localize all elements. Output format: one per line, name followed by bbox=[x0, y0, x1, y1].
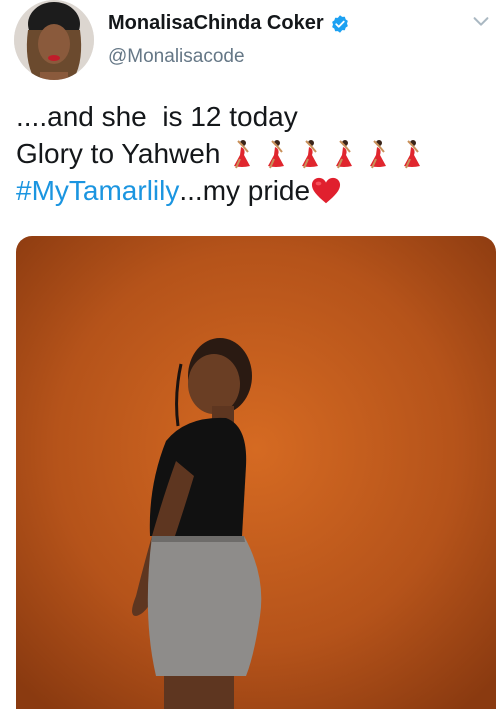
tweet-card: MonalisaChinda Coker @Monalisacode ....a… bbox=[0, 0, 500, 709]
tweet-line-2-text: Glory to Yahweh bbox=[16, 138, 221, 169]
red-heart-emoji bbox=[312, 177, 341, 203]
author-name-row[interactable]: MonalisaChinda Coker bbox=[108, 12, 350, 35]
woman-dancing-emoji bbox=[268, 139, 285, 168]
tweet-text: ....and she is 12 today Glory to Yahweh bbox=[16, 98, 486, 209]
avatar-image bbox=[14, 0, 94, 80]
woman-dancing-emoji bbox=[302, 139, 319, 168]
chevron-down-icon[interactable] bbox=[470, 10, 492, 32]
tweet-photo[interactable] bbox=[16, 236, 496, 709]
dancer-emoji-group bbox=[228, 139, 426, 169]
tweet-line-3-text: ...my pride bbox=[179, 175, 311, 206]
woman-dancing-emoji bbox=[370, 139, 387, 168]
tweet-line-1: ....and she is 12 today bbox=[16, 101, 298, 132]
tweet-line-3: #MyTamarlily ...my pride bbox=[16, 172, 486, 209]
photo-image bbox=[16, 236, 496, 709]
hashtag-link[interactable]: #MyTamarlily bbox=[16, 172, 179, 209]
woman-dancing-emoji bbox=[404, 139, 421, 168]
verified-badge-icon bbox=[331, 14, 348, 33]
display-name[interactable]: MonalisaChinda Coker bbox=[108, 12, 324, 35]
user-handle[interactable]: @Monalisacode bbox=[108, 46, 245, 68]
avatar[interactable] bbox=[14, 0, 94, 80]
woman-dancing-emoji bbox=[234, 139, 251, 168]
tweet-line-2: Glory to Yahweh bbox=[16, 135, 486, 172]
woman-dancing-emoji bbox=[336, 139, 353, 168]
